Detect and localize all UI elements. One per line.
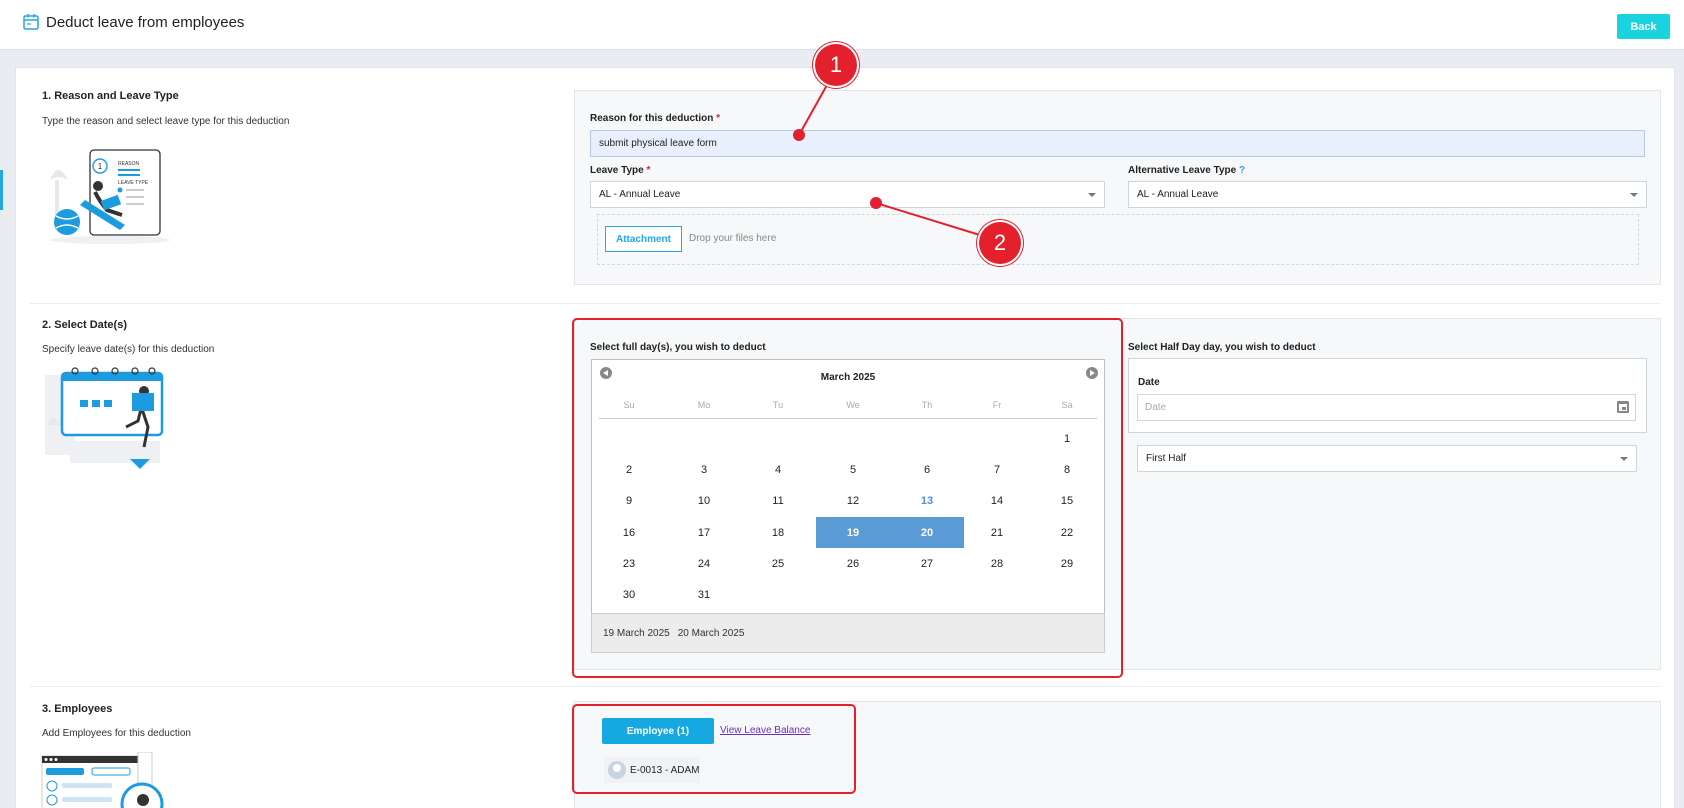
annotation-callout-2: 2 [979, 222, 1021, 264]
annotation-dot [793, 129, 805, 141]
annotation-lines [798, 84, 984, 237]
annotation-dot [870, 197, 882, 209]
annotation-callout-1: 1 [815, 44, 857, 86]
